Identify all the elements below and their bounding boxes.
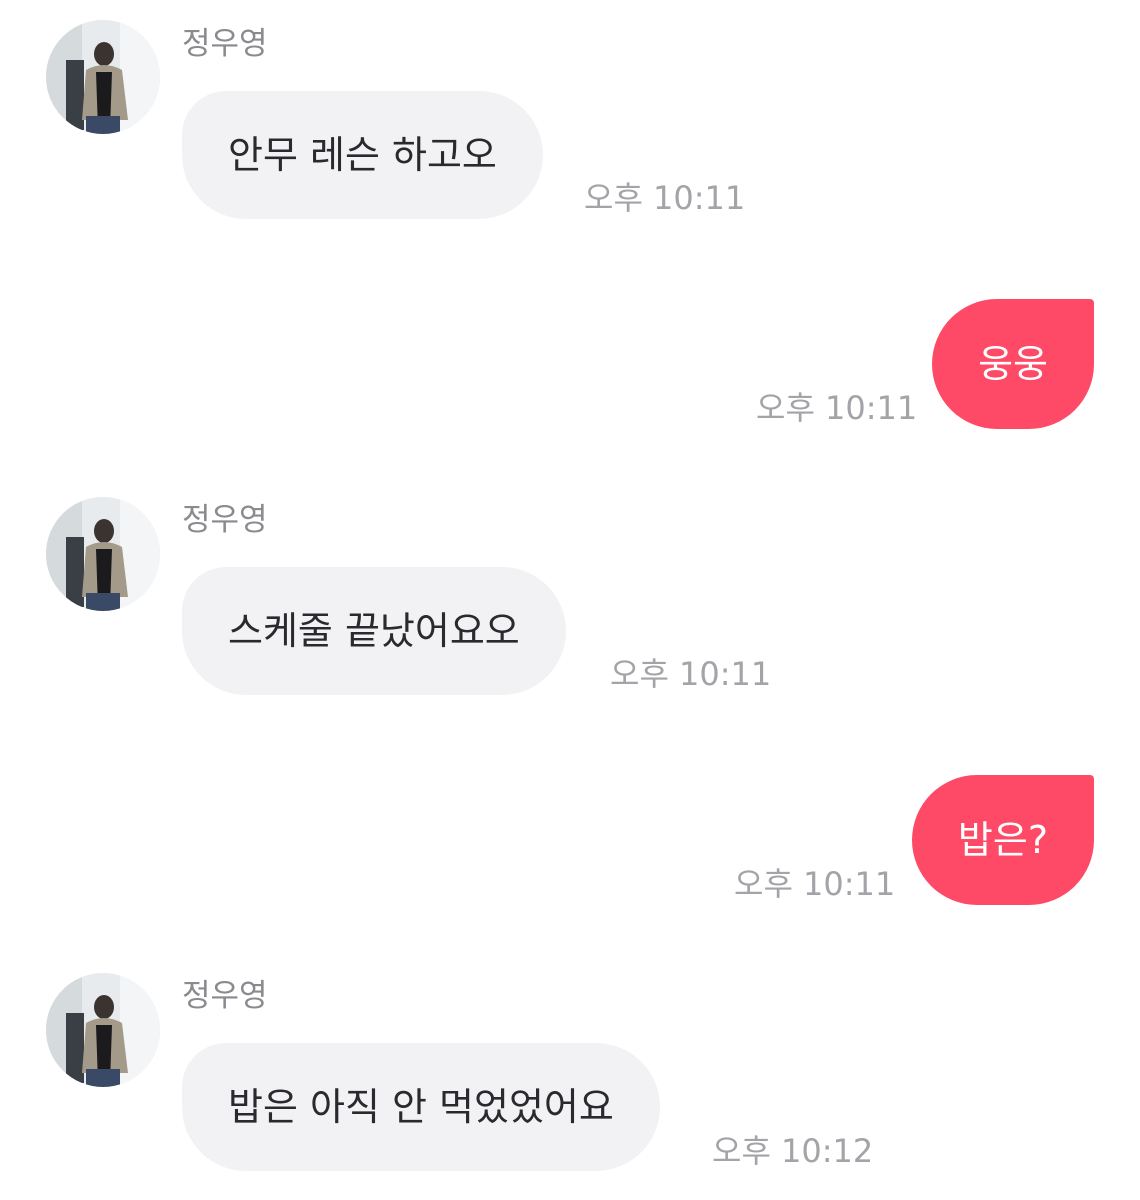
- timestamp: 오후 10:11: [756, 389, 918, 427]
- avatar-photo: [46, 973, 160, 1087]
- timestamp: 오후 10:11: [610, 655, 772, 693]
- sender-name: 정우영: [182, 978, 268, 1014]
- sender-name: 정우영: [182, 502, 268, 538]
- message-bubble[interactable]: 안무 레슨 하고오: [182, 91, 543, 219]
- message-bubble[interactable]: 밥은?: [911, 775, 1094, 905]
- avatar[interactable]: [46, 973, 160, 1087]
- avatar-photo: [46, 497, 160, 611]
- timestamp: 오후 10:11: [584, 179, 746, 217]
- timestamp: 오후 10:11: [734, 865, 896, 903]
- avatar-photo: [46, 20, 160, 134]
- timestamp: 오후 10:12: [712, 1132, 874, 1170]
- avatar[interactable]: [46, 497, 160, 611]
- message-bubble[interactable]: 웅웅: [932, 299, 1094, 429]
- message-bubble[interactable]: 밥은 아직 안 먹었었어요: [182, 1043, 660, 1171]
- message-bubble[interactable]: 스케줄 끝났어요오: [182, 567, 566, 695]
- avatar[interactable]: [46, 20, 160, 134]
- sender-name: 정우영: [182, 26, 268, 62]
